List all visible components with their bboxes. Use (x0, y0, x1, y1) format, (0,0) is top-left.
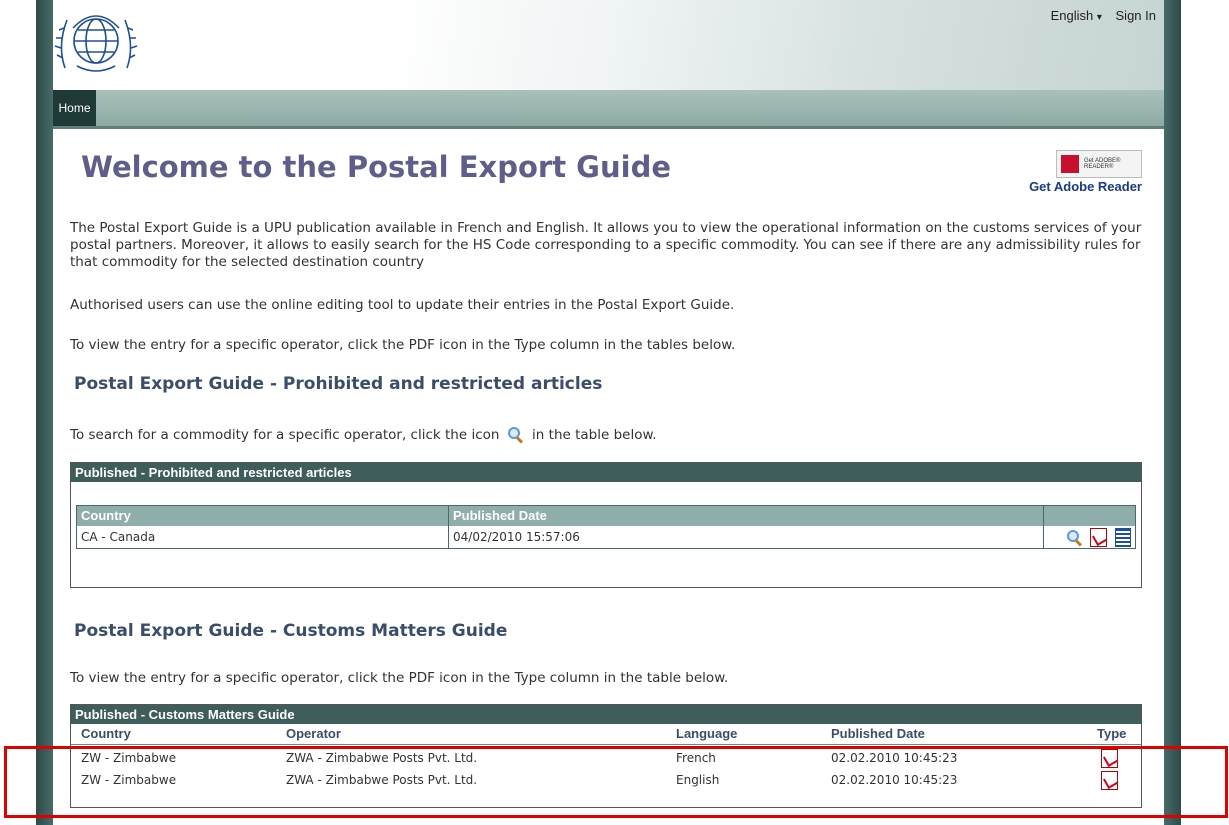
page-title: Welcome to the Postal Export Guide (81, 150, 671, 184)
adobe-pdf-icon (1061, 155, 1079, 173)
cell-published-date: 02.02.2010 10:45:23 (831, 751, 958, 765)
language-selector[interactable]: English ▾ (1051, 8, 1102, 23)
col-header-published-date: Published Date (831, 726, 925, 741)
upu-logo-icon[interactable] (53, 6, 139, 76)
get-adobe-reader-link[interactable]: Get Adobe Reader (1029, 179, 1142, 194)
view-entry-paragraph: To view the entry for a specific operato… (70, 337, 736, 353)
nav-home-tab[interactable]: Home (53, 90, 96, 126)
pdf-icon[interactable] (1101, 771, 1118, 790)
cell-language: English (676, 773, 720, 787)
search-icon (507, 427, 524, 444)
search-instruction-text: To search for a commodity for a specific… (70, 427, 500, 443)
customs-panel-title: Published - Customs Matters Guide (71, 705, 1141, 724)
col-header-country: Country (81, 508, 131, 523)
chevron-down-icon: ▾ (1096, 12, 1102, 23)
cell-language: French (676, 751, 716, 765)
pdf-icon[interactable] (1101, 749, 1118, 768)
pdf-icon[interactable] (1090, 528, 1108, 547)
adobe-reader-badge[interactable]: Get ADOBE® READER® (1056, 150, 1142, 178)
cell-country: ZW - Zimbabwe (81, 751, 177, 765)
table-row: CA - Canada 04/02/2010 15:57:06 (77, 526, 1135, 548)
intro-paragraph: The Postal Export Guide is a UPU publica… (70, 220, 1142, 270)
table-header: Country Published Date (77, 506, 1135, 526)
utility-links: English ▾ Sign In (1045, 8, 1156, 23)
page-frame-right (1164, 0, 1181, 825)
cell-published-date: 02.02.2010 10:45:23 (831, 773, 958, 787)
sign-in-link[interactable]: Sign In (1116, 8, 1156, 23)
cell-country: CA - Canada (81, 530, 156, 544)
authorised-paragraph: Authorised users can use the online edit… (70, 297, 735, 313)
header: English ▾ Sign In (53, 0, 1164, 90)
col-header-type: Type (1097, 726, 1127, 741)
table-row: ZW - Zimbabwe ZWA - Zimbabwe Posts Pvt. … (71, 747, 1141, 769)
prohibited-panel: Published - Prohibited and restricted ar… (70, 462, 1142, 588)
search-instruction: To search for a commodity for a specific… (70, 427, 1150, 444)
table-header: Country Operator Language Published Date… (71, 724, 1141, 745)
table-row: ZW - Zimbabwe ZWA - Zimbabwe Posts Pvt. … (71, 769, 1141, 791)
search-instruction-text-end: in the table below. (532, 427, 657, 443)
col-header-actions (1043, 506, 1045, 526)
col-header-published-date: Published Date (448, 506, 547, 526)
cell-type (1101, 769, 1118, 791)
language-label: English (1050, 8, 1094, 23)
col-header-language: Language (676, 726, 738, 741)
col-header-operator: Operator (286, 726, 341, 741)
customs-view-instruction: To view the entry for a specific operato… (70, 670, 729, 686)
prohibited-table: Country Published Date CA - Canada 04/02… (76, 505, 1136, 549)
cell-country: ZW - Zimbabwe (81, 773, 177, 787)
search-commodity-icon[interactable] (1067, 529, 1083, 547)
cell-operator: ZWA - Zimbabwe Posts Pvt. Ltd. (286, 751, 478, 765)
col-header-country: Country (81, 726, 131, 741)
outer-margin (0, 0, 36, 825)
adobe-badge-text: Get ADOBE® READER® (1084, 158, 1121, 170)
details-list-icon[interactable] (1115, 528, 1131, 547)
cell-type (1101, 747, 1118, 769)
page: English ▾ Sign In Home Welcome to the Po… (53, 0, 1164, 825)
prohibited-panel-title: Published - Prohibited and restricted ar… (71, 463, 1141, 482)
cell-operator: ZWA - Zimbabwe Posts Pvt. Ltd. (286, 773, 478, 787)
cell-published-date: 04/02/2010 15:57:06 (448, 526, 580, 548)
row-actions (1043, 526, 1135, 548)
section-heading-prohibited: Postal Export Guide - Prohibited and res… (74, 374, 603, 394)
nav-bar: Home (53, 90, 1164, 129)
customs-panel: Published - Customs Matters Guide Countr… (70, 704, 1142, 808)
page-frame-left (36, 0, 53, 825)
section-heading-customs: Postal Export Guide - Customs Matters Gu… (74, 621, 508, 641)
